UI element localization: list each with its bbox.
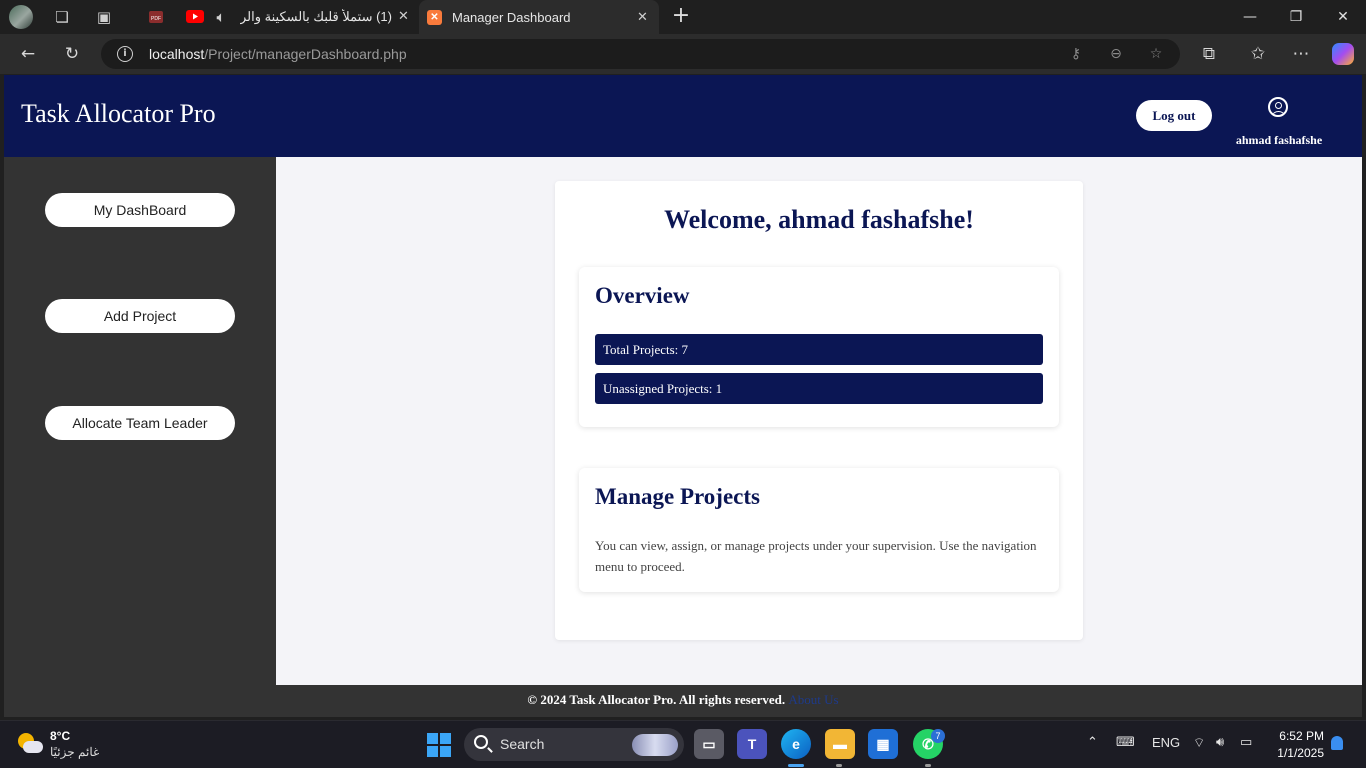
teams-icon[interactable]: T: [737, 729, 767, 759]
xampp-favicon-icon: ✕: [427, 10, 442, 25]
taskbar: 8°C غائم جزئيًا Search ▭ T e ▬ ▦ ✆ 7 ⌃ ⌨…: [0, 720, 1366, 768]
logout-button[interactable]: Log out: [1136, 100, 1212, 131]
app-indicator: [925, 764, 931, 767]
tab-title: (1) ستملأ قلبك بالسكينة والراحة: [240, 9, 392, 24]
battery-icon[interactable]: ▭: [1240, 735, 1252, 750]
back-arrow-icon[interactable]: ←: [16, 42, 40, 66]
favorites-icon[interactable]: ✩: [1246, 42, 1270, 66]
extensions-icon[interactable]: ⧉: [1197, 42, 1221, 66]
close-icon[interactable]: ✕: [398, 9, 409, 24]
profile-avatar[interactable]: [9, 5, 33, 29]
copilot-icon[interactable]: [1332, 43, 1354, 65]
restore-icon[interactable]: ❐: [1283, 4, 1309, 30]
wifi-icon[interactable]: ⌔: [1193, 735, 1205, 751]
speaker-icon[interactable]: 🔈︎: [210, 6, 232, 28]
close-icon[interactable]: ✕: [637, 10, 648, 25]
tab-youtube[interactable]: 🔈︎ (1) ستملأ قلبك بالسكينة والراحة ✕: [140, 2, 418, 32]
welcome-heading: Welcome, ahmad fashafshe!: [664, 205, 974, 234]
web-page: Task Allocator Pro Log out ahmad fashafs…: [4, 75, 1362, 717]
tray-chevron-up-icon[interactable]: ⌃: [1087, 735, 1098, 750]
weather-icon[interactable]: [18, 731, 44, 757]
overview-section: Overview Total Projects: 7 Unassigned Pr…: [579, 267, 1059, 427]
sidebar-item-my-dashboard[interactable]: My DashBoard: [45, 193, 235, 227]
user-profile-icon[interactable]: [1268, 97, 1288, 117]
clock-date[interactable]: 1/1/2025: [1268, 746, 1324, 760]
start-windows-icon[interactable]: [427, 733, 451, 757]
whatsapp-badge: 7: [931, 729, 945, 743]
task-view-icon[interactable]: ▭: [694, 729, 724, 759]
footer-copyright: © 2024 Task Allocator Pro. All rights re…: [527, 692, 786, 707]
search-highlight-image: [632, 734, 678, 756]
refresh-icon[interactable]: ↻: [60, 42, 84, 66]
url-text[interactable]: localhost/Project/managerDashboard.php: [149, 46, 407, 62]
more-menu-icon[interactable]: ⋯: [1289, 42, 1313, 66]
favorite-star-icon[interactable]: ☆: [1146, 44, 1166, 64]
address-bar[interactable]: i localhost/Project/managerDashboard.php…: [101, 39, 1180, 69]
overview-title: Overview: [595, 283, 690, 308]
sidebar: My DashBoard Add Project Allocate Team L…: [4, 157, 276, 685]
app-header: Task Allocator Pro Log out ahmad fashafs…: [4, 75, 1362, 157]
browser-toolbar: ← ↻ i localhost/Project/managerDashboard…: [0, 34, 1366, 74]
dashboard-card: Welcome, ahmad fashafshe! Overview Total…: [555, 181, 1083, 640]
weather-temperature[interactable]: 8°C: [50, 729, 70, 743]
username-label: ahmad fashafshe: [1235, 133, 1323, 147]
taskbar-search[interactable]: Search: [464, 728, 684, 761]
weather-condition[interactable]: غائم جزئيًا: [50, 745, 99, 759]
minimize-icon[interactable]: —: [1237, 4, 1263, 30]
manage-projects-title: Manage Projects: [595, 484, 760, 509]
tab-manager-dashboard[interactable]: ✕ Manager Dashboard ✕: [419, 0, 659, 34]
search-icon: [474, 735, 488, 749]
stat-total-projects: Total Projects: 7: [595, 334, 1043, 365]
manage-projects-text: You can view, assign, or manage projects…: [595, 538, 1037, 574]
page-footer: © 2024 Task Allocator Pro. All rights re…: [4, 685, 1362, 717]
key-icon[interactable]: ⚷: [1066, 44, 1086, 64]
brand-title: Task Allocator Pro: [21, 99, 216, 128]
store-icon[interactable]: ▦: [868, 729, 898, 759]
browser-tab-strip: ❏ ▣ PDF 🔈︎ (1) ستملأ قلبك بالسكينة والرا…: [0, 0, 1366, 34]
youtube-icon: [186, 10, 204, 23]
tab-title: Manager Dashboard: [452, 9, 571, 25]
tab-actions-icon[interactable]: ▣: [93, 6, 115, 28]
volume-icon[interactable]: 🔊︎: [1216, 735, 1224, 750]
sidebar-item-allocate-team-leader[interactable]: Allocate Team Leader: [45, 406, 235, 440]
main-content: Welcome, ahmad fashafshe! Overview Total…: [276, 157, 1362, 685]
notification-bell-icon[interactable]: [1331, 736, 1343, 750]
sidebar-item-add-project[interactable]: Add Project: [45, 299, 235, 333]
window-close-icon[interactable]: ✕: [1330, 4, 1356, 30]
active-app-indicator: [788, 764, 804, 767]
zoom-out-icon[interactable]: ⊖: [1106, 44, 1126, 64]
about-us-link[interactable]: About Us: [788, 692, 838, 707]
manage-projects-section: Manage Projects You can view, assign, or…: [579, 468, 1059, 592]
search-label: Search: [500, 736, 545, 752]
clock-time[interactable]: 6:52 PM: [1272, 729, 1324, 743]
stat-unassigned-projects: Unassigned Projects: 1: [595, 373, 1043, 404]
site-info-icon[interactable]: i: [117, 46, 133, 62]
workspaces-icon[interactable]: ❏: [51, 6, 73, 28]
file-explorer-icon[interactable]: ▬: [825, 729, 855, 759]
app-indicator: [836, 764, 842, 767]
language-indicator[interactable]: ENG: [1152, 735, 1180, 750]
edge-icon[interactable]: e: [781, 729, 811, 759]
new-tab-plus-icon[interactable]: +: [669, 5, 693, 29]
keyboard-icon[interactable]: ⌨: [1116, 735, 1135, 750]
